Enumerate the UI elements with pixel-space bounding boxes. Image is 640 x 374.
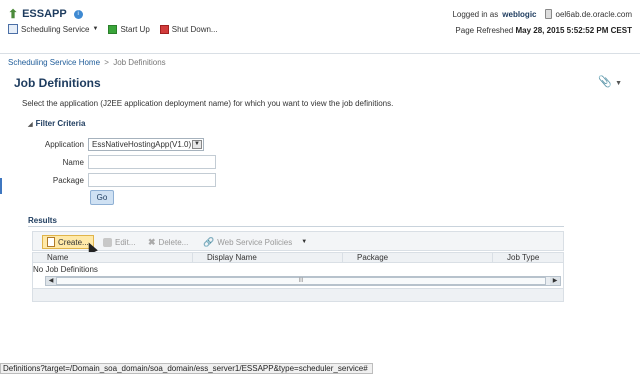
up-arrow-icon: ⬆	[8, 7, 19, 21]
login-info: Logged in as weblogic oel6ab.de.oracle.c…	[452, 9, 632, 19]
horizontal-scrollbar[interactable]: ◀ III ▶	[45, 276, 561, 286]
paperclip-icon: 📎	[598, 76, 613, 88]
shut-down-icon	[159, 24, 169, 34]
package-input[interactable]	[88, 173, 216, 187]
results-title: Results	[28, 216, 57, 225]
shut-down-button[interactable]: Shut Down...	[159, 24, 218, 34]
start-up-button[interactable]: Start Up	[108, 24, 150, 34]
web-service-policies-label: Web Service Policies	[217, 237, 293, 247]
edit-label: Edit...	[115, 237, 136, 247]
policy-icon: 🔗	[203, 236, 215, 247]
shut-down-label: Shut Down...	[171, 24, 218, 34]
results-table: Name Display Name Package Job Type No Jo…	[32, 252, 564, 302]
chevron-down-icon: ▼	[92, 26, 99, 32]
window-edge-marker	[0, 178, 2, 194]
chevron-down-icon: ▼	[192, 140, 202, 149]
scrollbar-thumb[interactable]: III	[56, 277, 546, 285]
status-bar-url: Definitions?target=/Domain_soa_domain/so…	[0, 363, 373, 374]
page-refreshed-timestamp: May 28, 2015 5:52:52 PM CEST	[515, 26, 632, 35]
login-user[interactable]: weblogic	[502, 10, 536, 19]
delete-label: Delete...	[158, 237, 189, 247]
scheduling-service-icon	[8, 24, 18, 34]
breadcrumb-separator: >	[104, 58, 109, 67]
breadcrumb-current: Job Definitions	[113, 58, 166, 67]
chevron-down-icon: ▼	[301, 239, 308, 245]
scheduling-service-menu[interactable]: Scheduling Service ▼	[8, 24, 98, 34]
column-header-display-name[interactable]: Display Name	[193, 253, 343, 262]
package-label: Package	[52, 176, 84, 185]
results-divider	[28, 226, 564, 227]
breadcrumb: Scheduling Service Home > Job Definition…	[8, 58, 166, 67]
start-up-icon	[108, 24, 118, 34]
application-select-value: EssNativeHostingApp(V1.0)	[92, 140, 192, 149]
page-refreshed: Page Refreshed May 28, 2015 5:52:52 PM C…	[455, 26, 632, 35]
go-button[interactable]: Go	[90, 190, 114, 205]
table-footer	[33, 288, 563, 301]
target-toolbar: Scheduling Service ▼ Start Up Shut Down.…	[8, 24, 218, 34]
name-input[interactable]	[88, 155, 216, 169]
page-description: Select the application (J2EE application…	[22, 99, 394, 108]
app-name: ESSAPP	[22, 8, 67, 20]
info-icon[interactable]: i	[73, 9, 83, 19]
scroll-left-icon[interactable]: ◀	[46, 277, 56, 285]
application-label: Application	[44, 140, 84, 149]
application-select[interactable]: EssNativeHostingApp(V1.0) ▼	[88, 138, 204, 151]
server-icon	[544, 9, 552, 19]
header-bar: ⬆ ESSAPP i Logged in as weblogic oel6ab.…	[0, 0, 640, 54]
column-header-name[interactable]: Name	[33, 253, 193, 262]
start-up-label: Start Up	[120, 24, 150, 34]
page-options-menu[interactable]: 📎 ▼	[598, 75, 622, 88]
create-document-icon	[47, 237, 55, 247]
column-header-package[interactable]: Package	[343, 253, 493, 262]
delete-icon: ✖	[148, 236, 156, 247]
edit-button[interactable]: Edit...	[103, 235, 135, 249]
filter-criteria-title: Filter Criteria	[35, 119, 86, 128]
collapse-triangle-icon: ◢	[28, 122, 33, 128]
scheduling-service-label: Scheduling Service	[21, 24, 90, 34]
breadcrumb-home-link[interactable]: Scheduling Service Home	[8, 58, 100, 67]
web-service-policies-button[interactable]: 🔗 Web Service Policies ▼	[203, 235, 307, 249]
column-header-job-type[interactable]: Job Type	[493, 253, 563, 262]
edit-icon	[103, 237, 112, 247]
page-title: Job Definitions	[14, 76, 101, 90]
chevron-down-icon: ▼	[615, 80, 622, 87]
page-refreshed-label: Page Refreshed	[455, 26, 514, 35]
delete-button[interactable]: ✖ Delete...	[148, 235, 188, 249]
app-title: ⬆ ESSAPP i	[8, 8, 83, 20]
name-label: Name	[62, 158, 84, 167]
login-host[interactable]: oel6ab.de.oracle.com	[556, 10, 633, 19]
scroll-right-icon[interactable]: ▶	[550, 277, 560, 285]
login-prefix: Logged in as	[452, 9, 499, 19]
results-toolbar: Create... Edit... ✖ Delete... 🔗 Web Serv…	[32, 231, 564, 251]
table-header: Name Display Name Package Job Type	[33, 253, 563, 263]
empty-table-message: No Job Definitions	[33, 265, 98, 274]
filter-criteria-header[interactable]: ◢ Filter Criteria	[28, 119, 85, 128]
